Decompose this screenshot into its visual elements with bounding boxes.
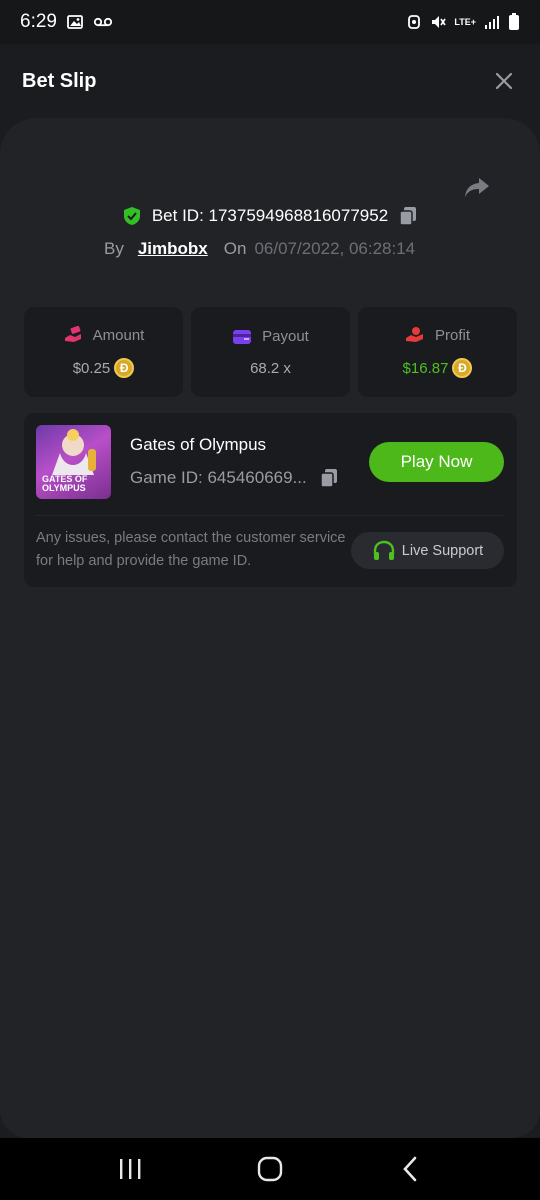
payout-label: Payout [262, 328, 309, 345]
bet-date: 06/07/2022, 06:28:14 [254, 239, 416, 258]
gallery-icon [67, 15, 83, 29]
status-time: 6:29 [20, 11, 57, 32]
support-notice: Any issues, please contact the customer … [36, 530, 346, 569]
live-support-label: Live Support [401, 542, 484, 559]
headset-icon [373, 540, 394, 560]
header: Bet Slip [0, 44, 540, 118]
wallet-icon [233, 329, 252, 344]
amount-card: Amount $0.25 Ð [24, 307, 183, 397]
play-now-button[interactable]: Play Now [369, 442, 504, 482]
profit-value: $16.87 [402, 359, 449, 377]
home-icon [257, 1156, 283, 1182]
profit-hand-icon [405, 327, 423, 342]
mute-icon [432, 16, 447, 28]
game-card: GATES OF OLYMPUS Gates of Olympus Game ID… [24, 413, 517, 587]
username-link[interactable]: Jimbobx [138, 239, 208, 259]
alarm-icon [408, 15, 421, 29]
divider [36, 515, 505, 516]
live-support-button[interactable]: Live Support [351, 532, 504, 569]
bet-id-row: Bet ID: 1737594968816077952 [0, 206, 540, 226]
back-icon [403, 1156, 417, 1182]
copy-icon[interactable] [319, 468, 339, 488]
game-thumbnail[interactable]: GATES OF OLYMPUS [36, 425, 111, 499]
voicemail-icon [93, 17, 113, 27]
coin-icon: Ð [452, 358, 473, 378]
money-hand-icon [64, 326, 81, 342]
copy-icon[interactable] [398, 206, 418, 226]
page-title: Bet Slip [22, 69, 97, 92]
close-icon [495, 72, 513, 90]
home-button[interactable] [245, 1149, 295, 1189]
back-button[interactable] [385, 1149, 435, 1189]
bet-meta-row: By Jimbobx On 06/07/2022, 06:28:14 [104, 239, 415, 259]
payout-value: 68.2 x [250, 359, 291, 377]
network-type: LTE+ [454, 17, 476, 27]
bet-id: Bet ID: 1737594968816077952 [151, 206, 389, 225]
share-icon [465, 178, 489, 197]
by-label: By [104, 239, 124, 258]
bet-slip-sheet: Bet ID: 1737594968816077952 By Jimbobx O… [0, 118, 540, 1138]
game-id: Game ID: 645460669... [130, 468, 307, 487]
system-nav-bar [0, 1138, 540, 1200]
coin-icon: Ð [114, 358, 135, 378]
thumb-text-line2: OLYMPUS [42, 483, 86, 493]
share-button[interactable] [462, 172, 492, 202]
payout-card: Payout 68.2 x [191, 307, 350, 397]
status-bar: 6:29 LTE+ [0, 0, 540, 44]
recents-icon [120, 1159, 141, 1179]
close-button[interactable] [490, 67, 518, 95]
profit-card: Profit $16.87 Ð [358, 307, 517, 397]
amount-label: Amount [92, 326, 145, 344]
stats-row: Amount $0.25 Ð Payout 68.2 x Profit $16.… [24, 307, 517, 397]
recents-button[interactable] [105, 1149, 155, 1189]
on-label: On [223, 239, 247, 258]
game-name: Gates of Olympus [130, 435, 267, 454]
profit-label: Profit [434, 326, 470, 344]
amount-value: $0.25 [72, 359, 111, 377]
shield-check-icon [123, 207, 140, 225]
signal-icon [485, 16, 499, 29]
battery-icon [509, 13, 519, 30]
